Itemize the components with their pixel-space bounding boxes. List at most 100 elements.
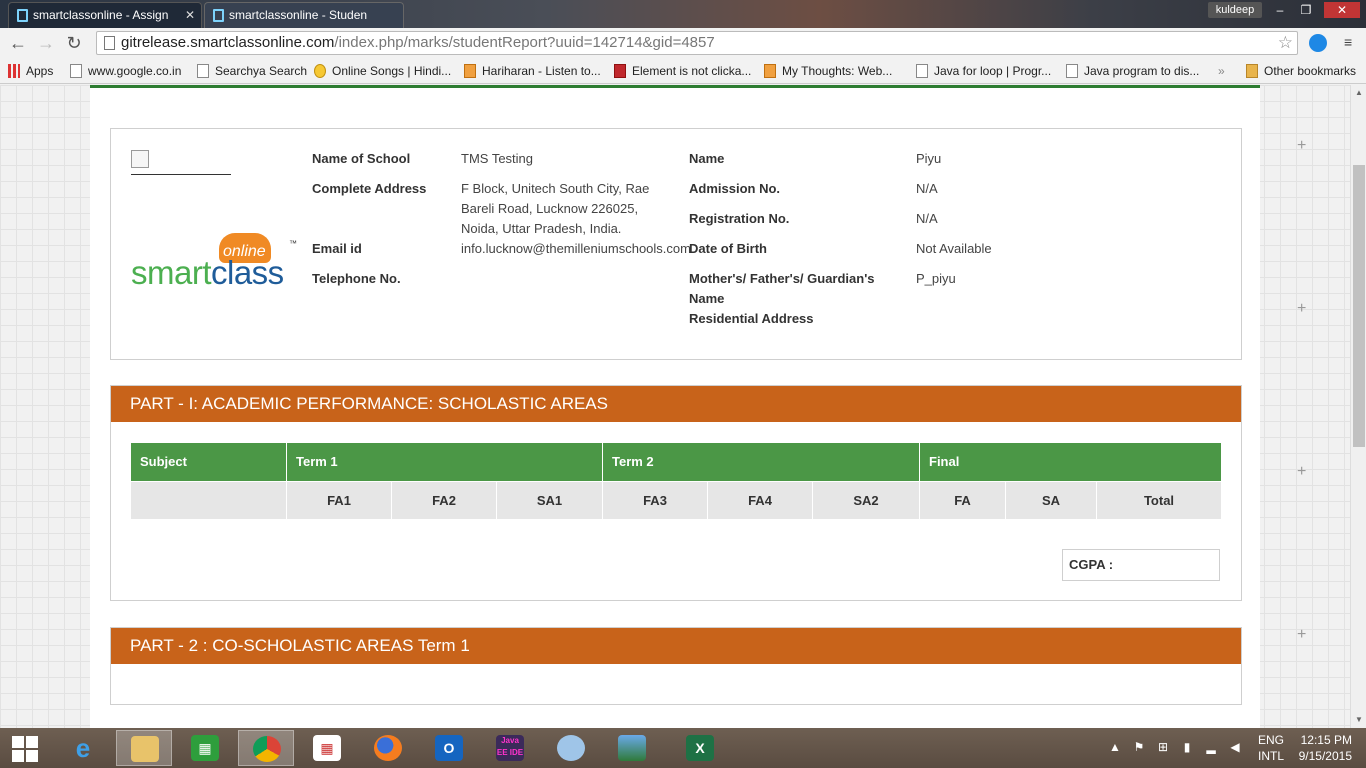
internet-explorer-icon: e [75, 733, 91, 763]
keyboard-layout: INTL [1258, 749, 1285, 763]
bookmark-element-not-clickable[interactable]: Element is not clicka... [614, 62, 751, 80]
restore-icon[interactable]: ❐ [1296, 2, 1316, 18]
student-info-panel: online ™ smartclass Name of School Compl… [110, 128, 1242, 360]
student-name-label: Name [689, 151, 725, 166]
taskbar-chrome[interactable] [238, 730, 294, 766]
windows-taskbar: e ▦ ▦ O Java EE IDE X ▲ ⚑ ⊞ ▮ ▂ ◀ ENG INT… [0, 728, 1366, 768]
bookmark-star-icon[interactable]: ☆ [1278, 32, 1293, 54]
songs-site-icon [314, 64, 326, 78]
tab-student-report[interactable]: smartclassonline - Studen [204, 2, 404, 28]
bookmark-google[interactable]: www.google.co.in [70, 62, 181, 80]
clock-time: 12:15 PM [1300, 733, 1352, 747]
student-name-value: Piyu [916, 151, 942, 166]
scroll-down-icon[interactable]: ▼ [1354, 715, 1364, 725]
system-clock[interactable]: 12:15 PM 9/15/2015 [1296, 732, 1352, 764]
bookmark-label: Apps [26, 64, 54, 78]
bookmark-label: Java for loop | Progr... [934, 64, 1052, 78]
profile-user-button[interactable]: kuldeep [1208, 2, 1262, 18]
bookmark-java-for-loop[interactable]: Java for loop | Progr... [916, 62, 1051, 80]
close-window-icon[interactable]: ✕ [1324, 2, 1360, 18]
language-code: ENG [1258, 733, 1285, 747]
co-scholastic-section: PART - 2 : CO-SCHOLASTIC AREAS Term 1 [110, 627, 1242, 705]
school-address-line1: F Block, Unitech South City, Rae [461, 181, 650, 196]
scrollbar-thumb[interactable] [1353, 165, 1365, 447]
registration-no-value: N/A [916, 211, 938, 226]
logo-smart: smart [131, 254, 212, 291]
school-address-line2: Bareli Road, Lucknow 226025, [461, 201, 639, 216]
volume-icon[interactable]: ◀ [1228, 740, 1242, 754]
subheader-total: Total [1097, 482, 1221, 519]
eclipse-ide-icon: Java EE IDE [496, 735, 524, 761]
action-center-flag-icon[interactable]: ⚑ [1132, 740, 1146, 754]
cgpa-box: CGPA : [1062, 549, 1220, 581]
address-bar[interactable]: gitrelease.smartclassonline.com/index.ph… [96, 31, 1298, 55]
extension-icon[interactable] [1309, 34, 1327, 52]
clock-date: 9/15/2015 [1298, 749, 1352, 763]
school-email-label: Email id [312, 241, 362, 256]
subheader-fa3: FA3 [603, 482, 708, 519]
residential-address-label: Residential Address [689, 311, 814, 326]
vertical-scrollbar[interactable]: ▲ ▼ [1350, 85, 1366, 728]
page-icon [1066, 64, 1078, 78]
bookmark-online-songs[interactable]: Online Songs | Hindi... [314, 62, 451, 80]
grid-plus-icon: + [1297, 626, 1307, 643]
header-final: Final [920, 443, 1221, 481]
reload-icon[interactable]: ↻ [62, 31, 86, 55]
taskbar-eclipse[interactable]: Java EE IDE [482, 730, 538, 766]
photo-viewer-icon [618, 735, 646, 761]
back-arrow-icon[interactable]: ← [6, 31, 30, 55]
taskbar-ie[interactable]: e [55, 730, 111, 766]
tab-assign[interactable]: smartclassonline - Assign ✕ [8, 2, 202, 28]
subheader-fa1: FA1 [287, 482, 392, 519]
taskbar-file-explorer[interactable] [116, 730, 172, 766]
store-icon: ▦ [191, 735, 219, 761]
scroll-up-icon[interactable]: ▲ [1354, 88, 1364, 98]
bookmark-searchya[interactable]: Searchya Search [197, 62, 307, 80]
subheader-fa2: FA2 [392, 482, 497, 519]
chrome-menu-icon[interactable]: ≡ [1344, 34, 1358, 50]
taskbar-firefox[interactable] [360, 730, 416, 766]
scholastic-section: PART - I: ACADEMIC PERFORMANCE: SCHOLAST… [110, 385, 1242, 601]
taskbar-photos[interactable] [604, 730, 660, 766]
subheader-empty [131, 482, 287, 519]
bookmark-label: Online Songs | Hindi... [332, 64, 452, 78]
windows-icon[interactable]: ⊞ [1156, 740, 1170, 754]
apps-grid-icon: ▦ [313, 735, 341, 761]
battery-icon[interactable]: ▮ [1180, 740, 1194, 754]
input-language[interactable]: ENG INTL [1258, 732, 1284, 764]
page-viewport[interactable]: + + + + online ™ smartclass Name of Scho… [0, 85, 1350, 728]
smartclass-logo: online ™ smartclass [131, 233, 301, 293]
bookmark-label: Element is not clicka... [632, 64, 752, 78]
taskbar-outlook[interactable]: O [421, 730, 477, 766]
report-top-border [90, 85, 1260, 88]
logo-wordmark: smartclass [131, 255, 284, 291]
music-site-icon [464, 64, 476, 78]
header-subject: Subject [131, 443, 287, 481]
taskbar-excel[interactable]: X [672, 730, 728, 766]
bookmark-label: www.google.co.in [88, 64, 182, 78]
network-signal-icon[interactable]: ▂ [1204, 740, 1218, 754]
forward-arrow-icon[interactable]: → [34, 31, 58, 55]
close-tab-icon[interactable]: ✕ [185, 3, 195, 27]
minimize-icon[interactable]: – [1270, 2, 1290, 18]
admission-no-value: N/A [916, 181, 938, 196]
bookmark-other-folder[interactable]: Other bookmarks [1246, 62, 1356, 80]
grid-plus-icon: + [1297, 463, 1307, 480]
browser-titlebar: smartclassonline - Assign ✕ smartclasson… [0, 0, 1366, 28]
taskbar-store[interactable]: ▦ [177, 730, 233, 766]
page-icon [70, 64, 82, 78]
bookmark-hariharan[interactable]: Hariharan - Listen to... [464, 62, 601, 80]
windows-start-icon[interactable] [12, 736, 38, 762]
more-bookmarks-chevron[interactable]: » [1218, 62, 1225, 80]
taskbar-paint[interactable] [543, 730, 599, 766]
broken-image-icon [131, 150, 149, 168]
divider [131, 174, 231, 175]
bookmark-apps[interactable]: Apps [8, 62, 53, 80]
bookmark-java-program[interactable]: Java program to dis... [1066, 62, 1199, 80]
outlook-icon: O [435, 735, 463, 761]
show-hidden-icons-arrow[interactable]: ▲ [1108, 740, 1122, 754]
taskbar-apps[interactable]: ▦ [299, 730, 355, 766]
bookmark-my-thoughts[interactable]: My Thoughts: Web... [764, 62, 892, 80]
grid-plus-icon: + [1297, 137, 1307, 154]
firefox-icon [374, 735, 402, 761]
